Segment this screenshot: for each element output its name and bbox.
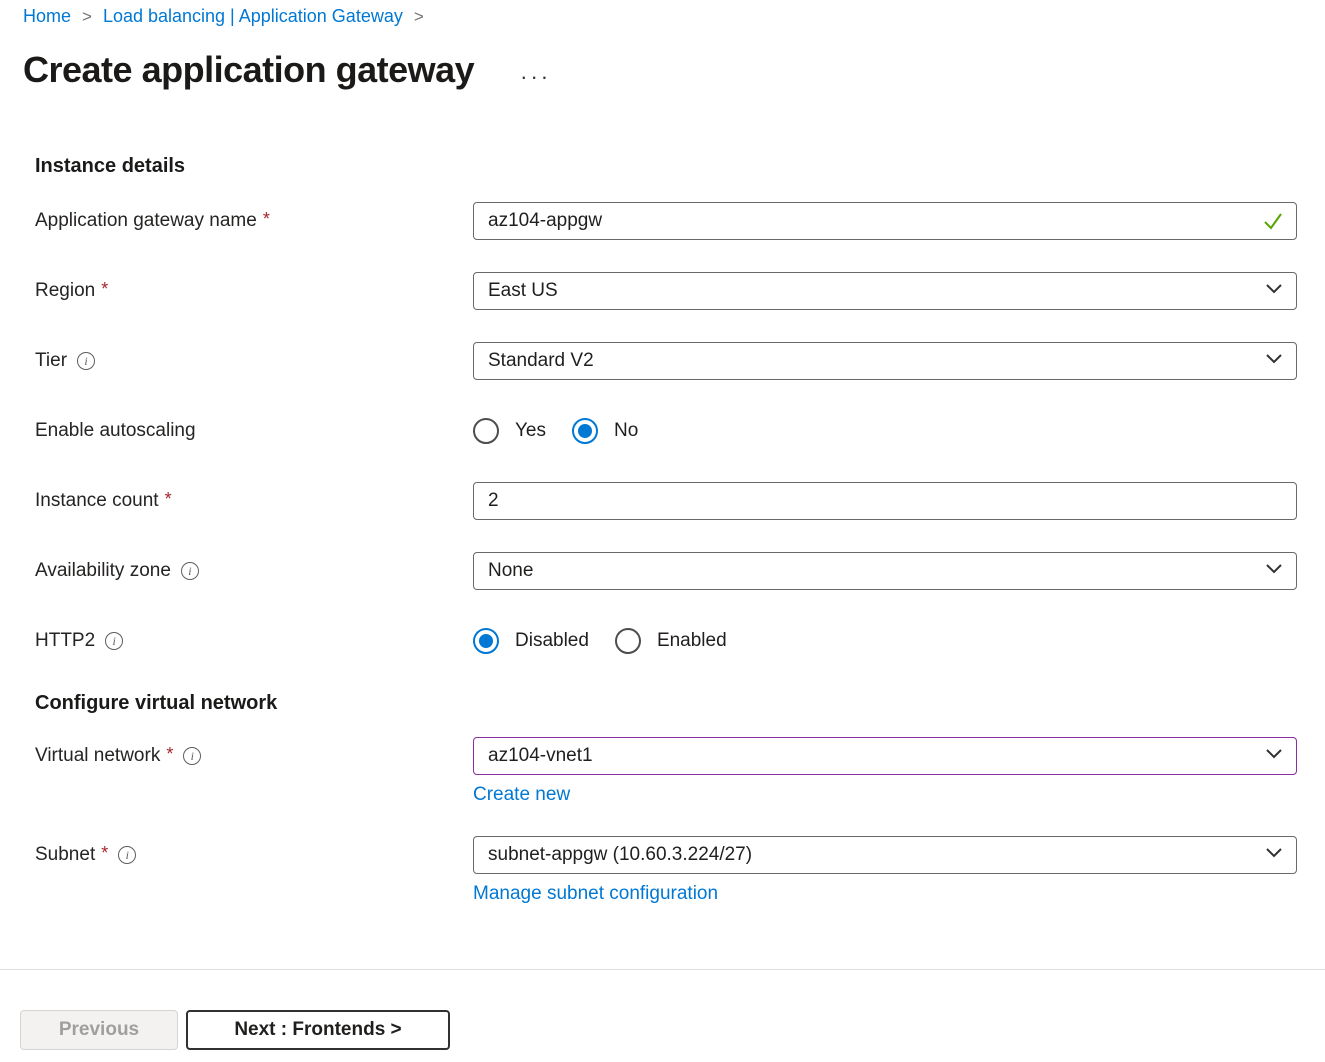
instance-count-label: Instance count *	[35, 490, 473, 512]
http2-disabled-radio[interactable]: Disabled	[473, 628, 589, 654]
field-label: Enable autoscaling	[35, 420, 196, 442]
region-dropdown-value: East US	[488, 280, 558, 302]
subnet-dropdown[interactable]: subnet-appgw (10.60.3.224/27)	[473, 836, 1297, 874]
field-row-subnet: Subnet * i subnet-appgw (10.60.3.224/27)…	[35, 836, 1297, 905]
breadcrumb-separator-icon: >	[82, 7, 92, 27]
required-asterisk: *	[101, 843, 108, 864]
field-label: HTTP2	[35, 630, 95, 652]
radio-dot	[578, 424, 592, 438]
field-row-region: Region * East US	[35, 272, 1297, 310]
field-label: Application gateway name	[35, 210, 257, 232]
availability-zone-label: Availability zone i	[35, 560, 473, 582]
virtual-network-dropdown[interactable]: az104-vnet1	[473, 737, 1297, 775]
previous-button: Previous	[20, 1010, 178, 1050]
application-gateway-name-input[interactable]	[473, 202, 1297, 240]
breadcrumb-separator-icon: >	[414, 7, 424, 27]
radio-label: Enabled	[657, 630, 727, 652]
autoscaling-no-radio[interactable]: No	[572, 418, 638, 444]
section-heading-instance-details: Instance details	[35, 155, 1297, 178]
radio-circle	[473, 628, 499, 654]
footer-divider	[0, 969, 1325, 970]
field-row-virtual-network: Virtual network * i az104-vnet1 Create n…	[35, 737, 1297, 806]
instance-count-input[interactable]	[473, 482, 1297, 520]
http2-enabled-radio[interactable]: Enabled	[615, 628, 727, 654]
breadcrumb-home[interactable]: Home	[23, 6, 71, 27]
availability-zone-dropdown[interactable]: None	[473, 552, 1297, 590]
enable-autoscaling-radio-group: Yes No	[473, 418, 1297, 444]
application-gateway-name-label: Application gateway name *	[35, 210, 473, 232]
radio-label: Disabled	[515, 630, 589, 652]
chevron-down-icon	[1264, 743, 1284, 769]
radio-label: Yes	[515, 420, 546, 442]
field-label: Availability zone	[35, 560, 171, 582]
radio-circle	[473, 418, 499, 444]
basics-form: Instance details Application gateway nam…	[35, 155, 1297, 905]
chevron-down-icon	[1264, 348, 1284, 374]
info-icon[interactable]: i	[181, 562, 199, 580]
create-new-vnet-link[interactable]: Create new	[473, 784, 570, 806]
availability-zone-dropdown-value: None	[488, 560, 533, 582]
virtual-network-dropdown-value: az104-vnet1	[488, 745, 593, 767]
enable-autoscaling-label: Enable autoscaling	[35, 420, 473, 442]
radio-label: No	[614, 420, 638, 442]
field-row-http2: HTTP2 i Disabled Enabled	[35, 622, 1297, 660]
autoscaling-yes-radio[interactable]: Yes	[473, 418, 546, 444]
field-row-enable-autoscaling: Enable autoscaling Yes No	[35, 412, 1297, 450]
field-label: Subnet	[35, 844, 95, 866]
application-gateway-name-input-wrap	[473, 202, 1297, 240]
required-asterisk: *	[101, 279, 108, 300]
field-label: Tier	[35, 350, 67, 372]
chevron-down-icon	[1264, 278, 1284, 304]
region-dropdown[interactable]: East US	[473, 272, 1297, 310]
field-label: Virtual network	[35, 745, 160, 767]
required-asterisk: *	[263, 209, 270, 230]
instance-count-input-wrap	[473, 482, 1297, 520]
info-icon[interactable]: i	[77, 352, 95, 370]
page-title: Create application gateway	[23, 49, 474, 91]
chevron-down-icon	[1264, 842, 1284, 868]
tier-label: Tier i	[35, 350, 473, 372]
tier-dropdown[interactable]: Standard V2	[473, 342, 1297, 380]
field-label: Instance count	[35, 490, 159, 512]
subnet-label: Subnet * i	[35, 836, 473, 874]
tier-dropdown-value: Standard V2	[488, 350, 594, 372]
chevron-down-icon	[1264, 558, 1284, 584]
footer-buttons: Previous Next : Frontends >	[20, 1010, 450, 1050]
field-row-application-gateway-name: Application gateway name *	[35, 202, 1297, 240]
region-label: Region *	[35, 280, 473, 302]
radio-dot	[479, 634, 493, 648]
required-asterisk: *	[165, 489, 172, 510]
required-asterisk: *	[166, 744, 173, 765]
breadcrumb-load-balancing-application-gateway[interactable]: Load balancing | Application Gateway	[103, 6, 403, 27]
info-icon[interactable]: i	[105, 632, 123, 650]
validation-check-icon	[1261, 210, 1285, 237]
title-row: Create application gateway ···	[23, 49, 1297, 91]
info-icon[interactable]: i	[183, 747, 201, 765]
next-frontends-button[interactable]: Next : Frontends >	[186, 1010, 450, 1050]
field-row-tier: Tier i Standard V2	[35, 342, 1297, 380]
field-label: Region	[35, 280, 95, 302]
section-heading-configure-virtual-network: Configure virtual network	[35, 692, 1297, 715]
field-row-availability-zone: Availability zone i None	[35, 552, 1297, 590]
more-menu-ellipsis-icon[interactable]: ···	[520, 72, 551, 82]
manage-subnet-configuration-link[interactable]: Manage subnet configuration	[473, 883, 718, 905]
radio-circle	[615, 628, 641, 654]
radio-circle	[572, 418, 598, 444]
breadcrumb: Home > Load balancing | Application Gate…	[23, 6, 1297, 27]
virtual-network-label: Virtual network * i	[35, 737, 473, 775]
http2-radio-group: Disabled Enabled	[473, 628, 1297, 654]
field-row-instance-count: Instance count *	[35, 482, 1297, 520]
subnet-dropdown-value: subnet-appgw (10.60.3.224/27)	[488, 844, 752, 866]
info-icon[interactable]: i	[118, 846, 136, 864]
http2-label: HTTP2 i	[35, 630, 473, 652]
create-application-gateway-page: Home > Load balancing | Application Gate…	[0, 0, 1325, 905]
